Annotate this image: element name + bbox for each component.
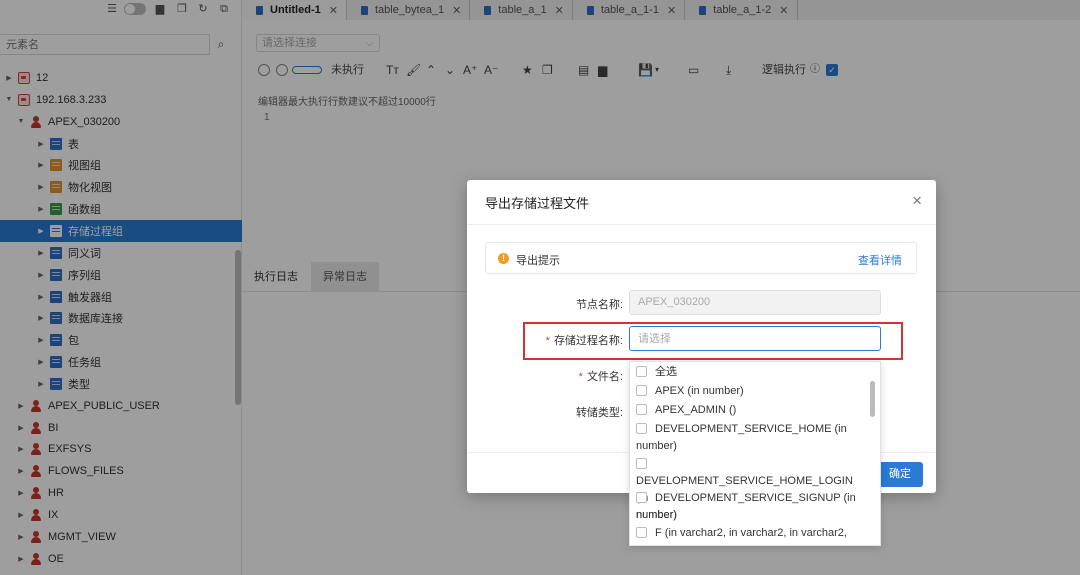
procedure-option[interactable]: DEVELOPMENT_SERVICE_SIGNUP (in number)	[636, 490, 858, 524]
file-name-label: * 文件名:	[527, 368, 623, 384]
procedure-dropdown: 全选 APEX (in number) APEX_ADMIN () DEVELOPME…	[629, 361, 881, 546]
option-checkbox[interactable]	[636, 404, 647, 415]
procedure-option[interactable]: F (in varchar2, in varchar2, in varchar2…	[636, 525, 858, 546]
option-label: 全选	[655, 366, 677, 378]
procedure-option[interactable]: DEVELOPMENT_SERVICE_HOME (in number)	[636, 421, 858, 455]
option-checkbox[interactable]	[636, 423, 647, 434]
hint-label: 导出提示	[516, 255, 560, 267]
option-label: F (in varchar2, in varchar2, in varchar2…	[636, 526, 847, 546]
warning-icon: !	[498, 253, 509, 264]
option-label: APEX_ADMIN ()	[655, 404, 737, 416]
file-name-label-text: 文件名:	[586, 371, 623, 383]
option-checkbox[interactable]	[636, 457, 647, 469]
procedure-option[interactable]: APEX (in number)	[636, 383, 858, 400]
annotation-highlight-box	[523, 322, 903, 360]
dump-type-label: 转储类型:	[575, 407, 623, 419]
dropdown-scrollbar[interactable]	[870, 381, 875, 417]
option-checkbox[interactable]	[636, 526, 647, 538]
option-checkbox[interactable]	[636, 366, 647, 377]
option-label: number)	[636, 440, 677, 452]
option-label: DEVELOPMENT_SERVICE_HOME (in	[655, 423, 847, 435]
procedure-option[interactable]: APEX_ADMIN ()	[636, 402, 858, 419]
node-name-field: APEX_030200	[629, 290, 881, 315]
option-checkbox[interactable]	[636, 385, 647, 396]
export-hint: ! 导出提示 查看详情	[485, 242, 917, 274]
procedure-option[interactable]: 全选	[636, 364, 858, 381]
dialog-divider	[467, 224, 936, 225]
option-label: DEVELOPMENT_SERVICE_SIGNUP (in	[655, 492, 856, 504]
option-label: number)	[636, 509, 677, 521]
ok-button[interactable]: 确定	[877, 462, 923, 487]
dialog-title: 导出存储过程文件	[485, 196, 590, 211]
view-details-link[interactable]: 查看详情	[858, 252, 902, 268]
close-icon[interactable]: ×	[912, 191, 922, 211]
option-label: APEX (in number)	[655, 385, 744, 397]
node-name-label: 节点名称:	[575, 299, 623, 311]
required-mark: *	[578, 371, 583, 383]
option-checkbox[interactable]	[636, 492, 647, 503]
